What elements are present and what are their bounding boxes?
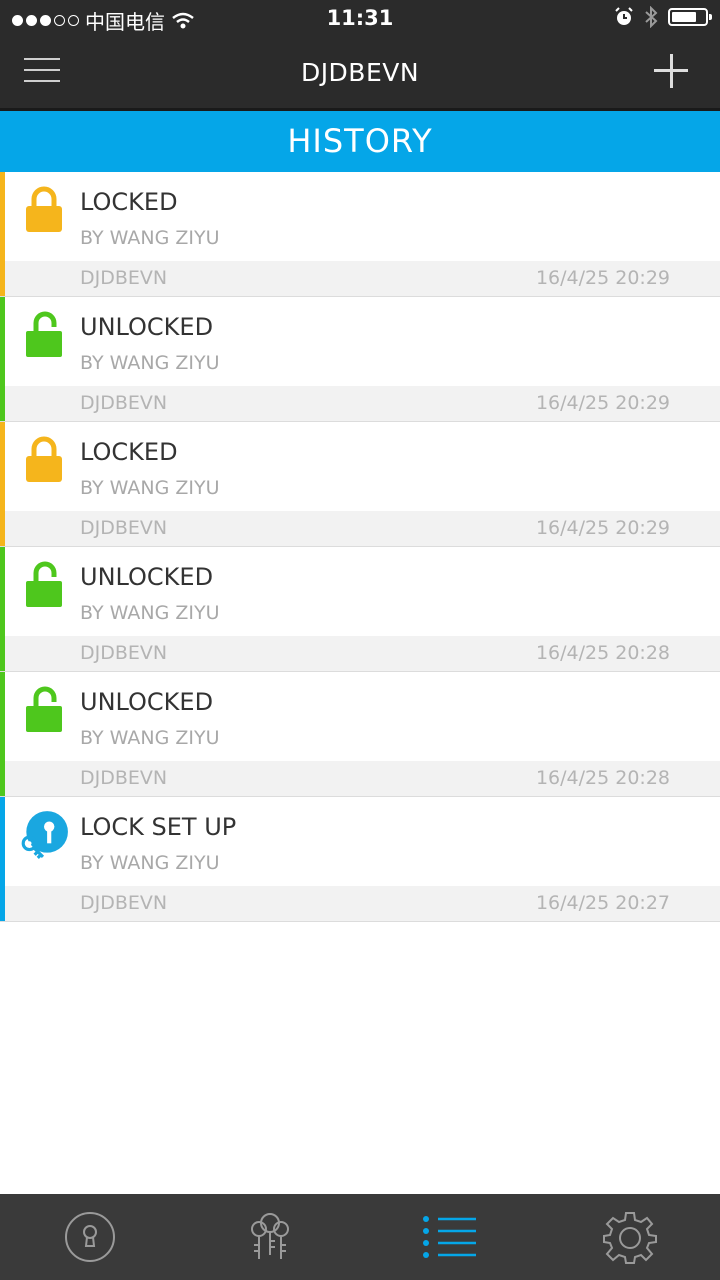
entry-action: UNLOCKED (80, 313, 214, 341)
entry-timestamp: 16/4/25 20:29 (535, 267, 670, 289)
entry-footer: DJDBEVN 16/4/25 20:27 (5, 886, 720, 921)
bluetooth-icon (645, 6, 658, 28)
unlocked-padlock-icon (26, 311, 62, 357)
entry-lock-name: DJDBEVN (80, 267, 168, 289)
history-header: HISTORY (0, 111, 720, 172)
entry-timestamp: 16/4/25 20:27 (535, 892, 670, 914)
entry-timestamp: 16/4/25 20:29 (535, 517, 670, 539)
entry-lock-name: DJDBEVN (80, 892, 168, 914)
entry-footer: DJDBEVN 16/4/25 20:28 (5, 636, 720, 671)
entry-timestamp: 16/4/25 20:28 (535, 642, 670, 664)
history-entry[interactable]: UNLOCKED BY WANG ZIYU DJDBEVN 16/4/25 20… (0, 672, 720, 797)
locked-padlock-icon (26, 186, 62, 232)
battery-icon (668, 8, 712, 26)
history-list: LOCKED BY WANG ZIYU DJDBEVN 16/4/25 20:2… (0, 172, 720, 922)
lock-setup-icon (21, 811, 68, 859)
entry-timestamp: 16/4/25 20:28 (535, 767, 670, 789)
entry-actor: BY WANG ZIYU (80, 352, 220, 374)
entry-timestamp: 16/4/25 20:29 (535, 392, 670, 414)
history-entry[interactable]: UNLOCKED BY WANG ZIYU DJDBEVN 16/4/25 20… (0, 547, 720, 672)
entry-lock-name: DJDBEVN (80, 392, 168, 414)
entry-actor: BY WANG ZIYU (80, 227, 220, 249)
history-list-icon (423, 1216, 476, 1258)
keyhole-lock-icon (65, 1212, 115, 1262)
alarm-icon (615, 7, 633, 25)
entry-action: UNLOCKED (80, 688, 214, 716)
history-entry[interactable]: LOCKED BY WANG ZIYU DJDBEVN 16/4/25 20:2… (0, 422, 720, 547)
entry-footer: DJDBEVN 16/4/25 20:28 (5, 761, 720, 796)
history-entry[interactable]: LOCK SET UP BY WANG ZIYU DJDBEVN 16/4/25… (0, 797, 720, 922)
lock-title: DJDBEVN (300, 58, 420, 87)
entry-action: LOCK SET UP (80, 813, 237, 841)
entry-lock-name: DJDBEVN (80, 517, 168, 539)
entry-actor: BY WANG ZIYU (80, 852, 220, 874)
tab-settings[interactable] (540, 1194, 720, 1280)
entry-footer: DJDBEVN 16/4/25 20:29 (5, 261, 720, 296)
tab-lock[interactable] (0, 1194, 180, 1280)
status-bar: 中国电信 11:31 (0, 0, 720, 36)
locked-padlock-icon (26, 436, 62, 482)
entry-footer: DJDBEVN 16/4/25 20:29 (5, 386, 720, 421)
entry-actor: BY WANG ZIYU (80, 727, 220, 749)
tab-history[interactable] (360, 1194, 540, 1280)
entry-footer: DJDBEVN 16/4/25 20:29 (5, 511, 720, 546)
users-keys-icon (251, 1213, 289, 1259)
entry-actor: BY WANG ZIYU (80, 477, 220, 499)
entry-action: LOCKED (80, 438, 178, 466)
nav-bar: DJDBEVN (0, 36, 720, 111)
history-entry[interactable]: LOCKED BY WANG ZIYU DJDBEVN 16/4/25 20:2… (0, 172, 720, 297)
history-entry[interactable]: UNLOCKED BY WANG ZIYU DJDBEVN 16/4/25 20… (0, 297, 720, 422)
tab-bar (0, 1194, 720, 1280)
unlocked-padlock-icon (26, 561, 62, 607)
gear-icon (603, 1212, 657, 1264)
unlocked-padlock-icon (26, 686, 62, 732)
entry-lock-name: DJDBEVN (80, 642, 168, 664)
tab-users[interactable] (180, 1194, 360, 1280)
entry-action: UNLOCKED (80, 563, 214, 591)
entry-actor: BY WANG ZIYU (80, 602, 220, 624)
status-right (614, 6, 712, 28)
entry-action: LOCKED (80, 188, 178, 216)
status-time: 11:31 (326, 6, 394, 30)
entry-lock-name: DJDBEVN (80, 767, 168, 789)
plus-icon[interactable] (654, 54, 688, 88)
